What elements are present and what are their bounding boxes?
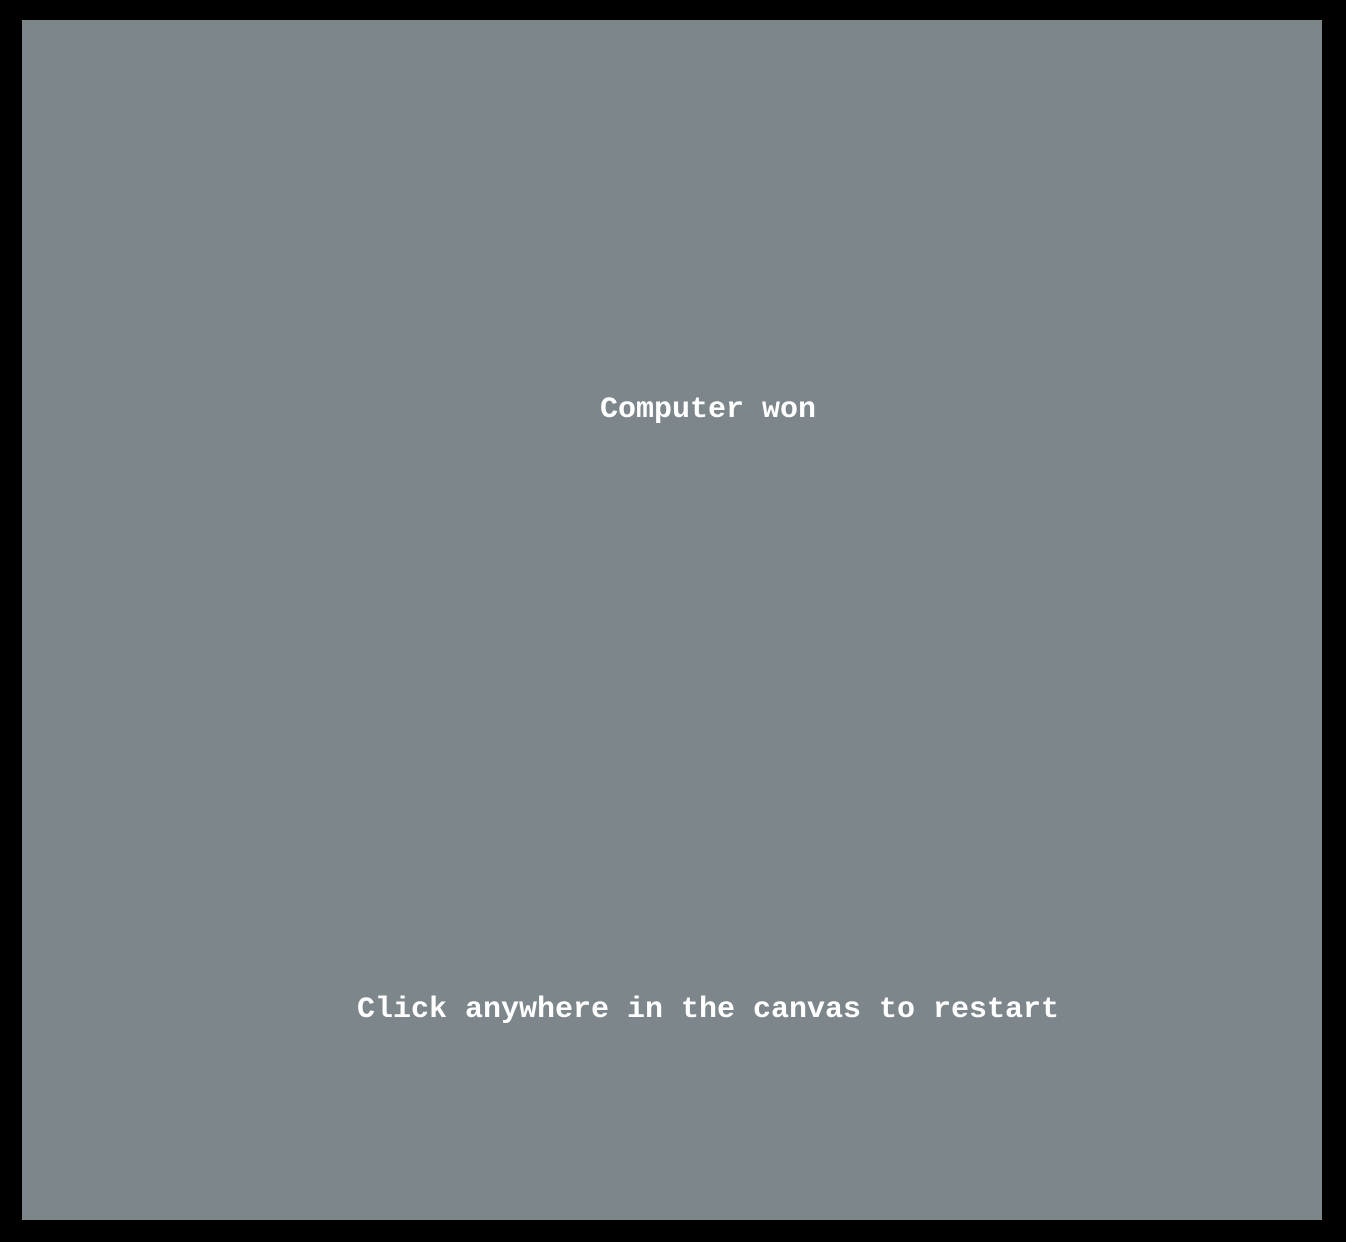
game-result-text: Computer won: [599, 393, 817, 427]
canvas-frame: Computer won Click anywhere in the canva…: [0, 0, 1346, 1242]
restart-hint-text: Click anywhere in the canvas to restart: [356, 993, 1060, 1027]
game-canvas[interactable]: Computer won Click anywhere in the canva…: [22, 20, 1322, 1220]
